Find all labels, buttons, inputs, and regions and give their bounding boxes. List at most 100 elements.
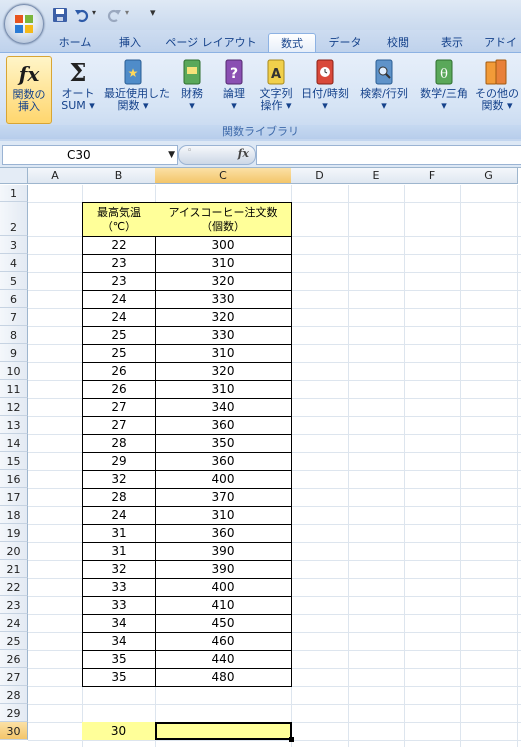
column-header-f[interactable]: F [404,168,461,184]
row-header-13[interactable]: 13 [0,416,28,434]
more-functions-button[interactable]: その他の 関数 ▾ [474,56,520,122]
cell-temp[interactable]: 27 [82,416,156,435]
lookup-reference-button[interactable]: 検索/行列 ▾ [356,56,412,122]
input-cell-temperature[interactable]: 30 [82,722,155,740]
column-header-g[interactable]: G [460,168,518,184]
cell-temp[interactable]: 29 [82,452,156,471]
cell-temp[interactable]: 23 [82,272,156,291]
cell-temp[interactable]: 34 [82,614,156,633]
cell-orders[interactable]: 460 [155,632,292,651]
financial-button[interactable]: 財務 ▾ [170,56,214,122]
cell-temp[interactable]: 34 [82,632,156,651]
cell-temp[interactable]: 27 [82,398,156,417]
cell-temp[interactable]: 26 [82,380,156,399]
row-header-22[interactable]: 22 [0,578,28,596]
row-header-18[interactable]: 18 [0,506,28,524]
formula-input[interactable] [256,145,521,165]
cell-orders[interactable]: 450 [155,614,292,633]
cell-orders[interactable]: 310 [155,254,292,273]
cell-temp[interactable]: 25 [82,344,156,363]
row-header-11[interactable]: 11 [0,380,28,398]
cell-orders[interactable]: 360 [155,452,292,471]
cell-orders[interactable]: 310 [155,380,292,399]
cell-temp[interactable]: 31 [82,542,156,561]
row-header-12[interactable]: 12 [0,398,28,416]
row-header-30[interactable]: 30 [0,722,28,740]
cell-temp[interactable]: 23 [82,254,156,273]
cell-orders[interactable]: 350 [155,434,292,453]
cell-orders[interactable]: 360 [155,416,292,435]
cell-temp[interactable]: 31 [82,524,156,543]
cell-orders[interactable]: 320 [155,272,292,291]
column-header-d[interactable]: D [291,168,349,184]
text-functions-button[interactable]: A 文字列 操作 ▾ [254,56,298,122]
cell-temp[interactable]: 24 [82,506,156,525]
cell-orders[interactable]: 330 [155,326,292,345]
row-header-8[interactable]: 8 [0,326,28,344]
undo-dropdown-icon[interactable]: ▾ [92,8,96,17]
cell-temp[interactable]: 35 [82,668,156,687]
row-header-5[interactable]: 5 [0,272,28,290]
cell-orders[interactable]: 410 [155,596,292,615]
row-header-14[interactable]: 14 [0,434,28,452]
splitter-handle-icon[interactable]: ◦ [187,146,192,156]
row-header-7[interactable]: 7 [0,308,28,326]
office-button[interactable] [4,4,44,44]
row-header-17[interactable]: 17 [0,488,28,506]
insert-function-button[interactable]: fx 関数の 挿入 [6,56,52,124]
cell-orders[interactable]: 440 [155,650,292,669]
cell-orders[interactable]: 340 [155,398,292,417]
cell-orders[interactable]: 390 [155,542,292,561]
row-header-9[interactable]: 9 [0,344,28,362]
redo-icon[interactable] [106,7,122,23]
row-header-29[interactable]: 29 [0,704,28,722]
cell-temp[interactable]: 25 [82,326,156,345]
cell-orders[interactable]: 400 [155,578,292,597]
active-cell-c30[interactable] [155,722,294,742]
date-time-button[interactable]: 日付/時刻 ▾ [300,56,350,122]
row-header-10[interactable]: 10 [0,362,28,380]
cell-orders[interactable]: 400 [155,470,292,489]
recent-functions-button[interactable]: ★ 最近使用した 関数 ▾ [104,56,170,122]
header-cell-iced-coffee-orders[interactable]: アイスコーヒー注文数 （個数） [155,202,292,237]
cell-orders[interactable]: 360 [155,524,292,543]
cell-orders[interactable]: 320 [155,308,292,327]
insert-function-fx-button[interactable]: fx [238,147,249,160]
column-header-b[interactable]: B [82,168,156,184]
tab-data[interactable]: データ [323,33,367,52]
worksheet-grid[interactable]: A B C D E F G 1 2 3 4 5 6 7 8 9 10 11 12 13 14 15 16 17 18 19 20 21… [0,167,521,747]
row-header-6[interactable]: 6 [0,290,28,308]
cell-temp[interactable]: 33 [82,596,156,615]
cell-orders[interactable]: 300 [155,236,292,255]
column-header-c[interactable]: C [155,168,292,184]
column-header-a[interactable]: A [28,168,83,184]
cell-temp[interactable]: 28 [82,434,156,453]
select-all-corner[interactable] [0,168,28,184]
tab-view[interactable]: 表示 [432,33,472,52]
header-cell-max-temp[interactable]: 最高気温 （℃） [82,202,156,237]
row-header-23[interactable]: 23 [0,596,28,614]
row-header-21[interactable]: 21 [0,560,28,578]
cell-orders[interactable]: 480 [155,668,292,687]
fill-handle[interactable] [289,737,294,742]
row-header-4[interactable]: 4 [0,254,28,272]
math-trig-button[interactable]: θ 数学/三角 ▾ [418,56,470,122]
row-header-27[interactable]: 27 [0,668,28,686]
undo-icon[interactable] [74,7,90,23]
row-header-26[interactable]: 26 [0,650,28,668]
tab-insert[interactable]: 挿入 [110,33,150,52]
cell-temp[interactable]: 35 [82,650,156,669]
cell-orders[interactable]: 390 [155,560,292,579]
row-header-24[interactable]: 24 [0,614,28,632]
tab-addins[interactable]: アドイ [484,33,521,52]
cell-temp[interactable]: 24 [82,290,156,309]
row-header-2[interactable]: 2 [0,202,28,236]
cell-orders[interactable]: 370 [155,488,292,507]
cell-temp[interactable]: 26 [82,362,156,381]
cell-temp[interactable]: 22 [82,236,156,255]
tab-formulas[interactable]: 数式 [268,33,316,53]
row-header-28[interactable]: 28 [0,686,28,704]
row-header-1[interactable]: 1 [0,185,28,202]
row-header-19[interactable]: 19 [0,524,28,542]
cell-temp[interactable]: 24 [82,308,156,327]
